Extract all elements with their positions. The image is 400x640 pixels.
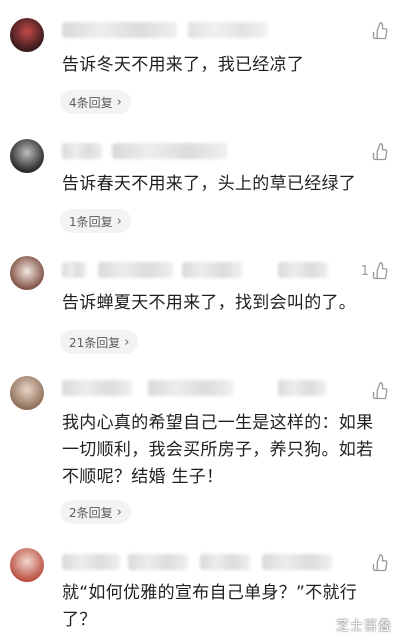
chevron-right-icon: › xyxy=(116,504,122,520)
like-button[interactable] xyxy=(369,22,390,40)
blurred-username xyxy=(62,262,86,278)
replies-label: 4条回复 xyxy=(69,95,113,110)
comment-text: 告诉春天不用来了，头上的草已经绿了 xyxy=(62,174,357,194)
replies-button[interactable]: 2条回复 › xyxy=(60,500,131,524)
user-avatar[interactable] xyxy=(10,18,44,52)
thumbs-up-icon xyxy=(372,143,388,161)
replies-label: 1条回复 xyxy=(69,214,113,229)
thumbs-up-icon xyxy=(372,382,388,400)
comment-text: 告诉冬天不用来了，我已经凉了 xyxy=(62,55,305,75)
replies-button[interactable]: 4条回复 › xyxy=(60,90,131,114)
blurred-username xyxy=(278,380,326,396)
like-count: 1 xyxy=(360,263,369,279)
blurred-username xyxy=(98,262,173,278)
blurred-username xyxy=(62,380,132,396)
blurred-username xyxy=(62,143,102,159)
watermark-text: 芝士百叠 xyxy=(335,619,392,634)
user-avatar[interactable] xyxy=(10,548,44,582)
blurred-username xyxy=(62,22,177,38)
comment-text: 告诉蝉夏天不用来了，找到会叫的了。 xyxy=(62,293,357,313)
like-button[interactable] xyxy=(369,554,390,572)
like-button[interactable]: 1 xyxy=(361,262,390,280)
user-avatar[interactable] xyxy=(10,376,44,410)
thumbs-up-icon xyxy=(372,262,388,280)
blurred-username xyxy=(188,22,268,38)
replies-label: 2条回复 xyxy=(69,505,113,520)
blurred-username xyxy=(182,262,242,278)
blurred-username xyxy=(148,380,233,396)
blurred-username xyxy=(278,262,328,278)
chevron-right-icon: › xyxy=(116,213,122,229)
blurred-username xyxy=(112,143,227,159)
comment-text: 我内心真的希望自己一生是这样的：如果一切顺利，我会买所房子，养只狗。如若不顺呢？… xyxy=(62,413,374,487)
comment-text: 就“如何优雅的宣布自己单身？”不就行了？ xyxy=(62,583,358,630)
comment-item: 告诉冬天不用来了，我已经凉了 4条回复 › xyxy=(0,0,400,125)
like-button[interactable] xyxy=(369,143,390,161)
comment-item: 我内心真的希望自己一生是这样的：如果一切顺利，我会买所房子，养只狗。如若不顺呢？… xyxy=(0,370,400,540)
user-avatar[interactable] xyxy=(10,256,44,290)
like-button[interactable] xyxy=(369,382,390,400)
chevron-right-icon: › xyxy=(116,94,122,110)
replies-button[interactable]: 1条回复 › xyxy=(60,209,131,233)
comment-item: 告诉春天不用来了，头上的草已经绿了 1条回复 › xyxy=(0,125,400,250)
replies-button[interactable]: 21条回复 › xyxy=(60,330,139,354)
comment-item: 1 告诉蝉夏天不用来了，找到会叫的了。 21条回复 › xyxy=(0,250,400,370)
blurred-username xyxy=(262,554,332,570)
chevron-right-icon: › xyxy=(124,334,130,350)
blurred-username xyxy=(128,554,188,570)
blurred-username xyxy=(200,554,250,570)
blurred-username xyxy=(62,554,120,570)
user-avatar[interactable] xyxy=(10,139,44,173)
thumbs-up-icon xyxy=(372,22,388,40)
replies-label: 21条回复 xyxy=(69,335,121,350)
thumbs-up-icon xyxy=(372,554,388,572)
